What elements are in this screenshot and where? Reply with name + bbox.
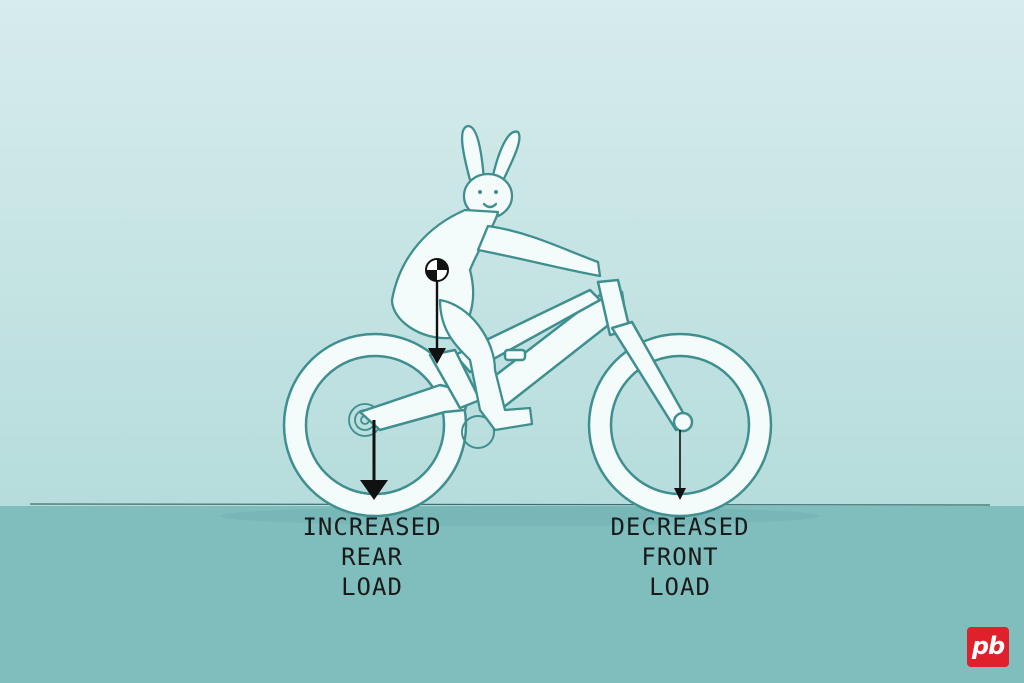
- rear-load-label: INCREASED REAR LOAD: [302, 513, 442, 601]
- pinkbike-logo: pb: [967, 627, 1009, 667]
- illustration: [0, 0, 1024, 683]
- center-of-mass-icon: [425, 258, 449, 282]
- rabbit-eye-right: [494, 190, 498, 194]
- ground: [0, 506, 1024, 683]
- front-hub: [672, 411, 694, 433]
- bottle-cage: [503, 348, 527, 362]
- rabbit-eye-left: [478, 190, 482, 194]
- front-load-label: DECREASED FRONT LOAD: [610, 513, 750, 601]
